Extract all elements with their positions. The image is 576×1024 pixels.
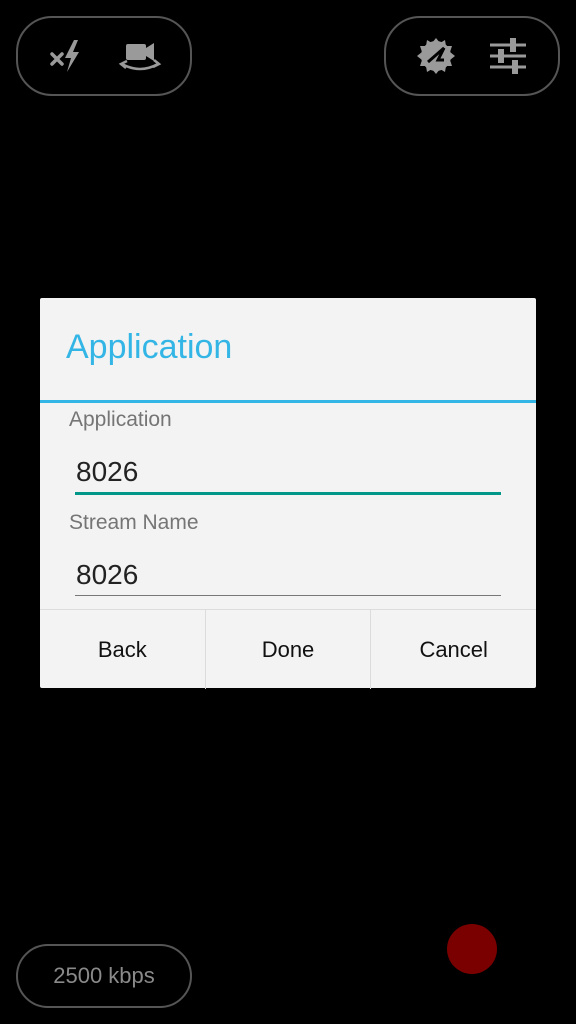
- application-field-label: Application: [69, 408, 172, 431]
- stream-name-field-label: Stream Name: [69, 511, 199, 534]
- stream-controls-pill: [384, 16, 560, 96]
- stream-name-input[interactable]: [75, 553, 501, 597]
- cancel-button[interactable]: Cancel: [370, 610, 536, 689]
- back-button[interactable]: Back: [40, 610, 205, 689]
- broadcast-icon[interactable]: [412, 32, 460, 80]
- flash-off-icon[interactable]: [44, 32, 92, 80]
- settings-sliders-icon[interactable]: [484, 32, 532, 80]
- switch-camera-icon[interactable]: [116, 32, 164, 80]
- application-dialog: Application Application Stream Name Back…: [40, 298, 536, 689]
- camera-screen: Application Application Stream Name Back…: [0, 0, 576, 1024]
- application-input-underline: [75, 492, 501, 495]
- dialog-button-bar: Back Done Cancel: [40, 609, 536, 689]
- stream-name-input-underline: [75, 595, 501, 596]
- dialog-title: Application: [66, 328, 233, 366]
- done-button[interactable]: Done: [204, 610, 371, 689]
- bitrate-label: 2500 kbps: [53, 963, 155, 988]
- record-button[interactable]: [447, 924, 497, 974]
- title-divider: [40, 400, 536, 403]
- bitrate-indicator[interactable]: 2500 kbps: [16, 944, 192, 1008]
- camera-controls-pill: [16, 16, 192, 96]
- application-input[interactable]: [75, 450, 501, 494]
